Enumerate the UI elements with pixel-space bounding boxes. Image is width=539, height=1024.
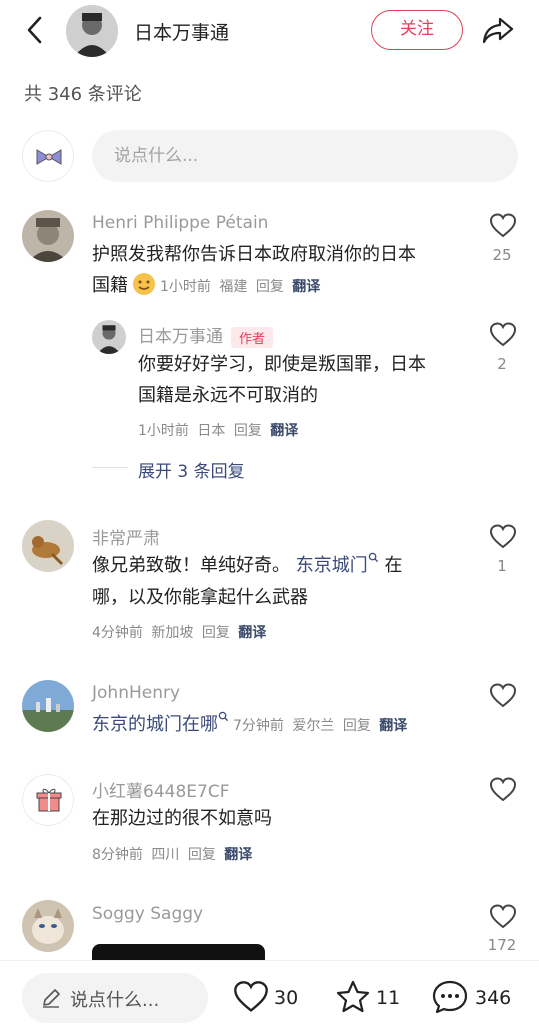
reply-button[interactable]: 回复 — [202, 625, 230, 641]
comment-text-part: 像兄弟致敬！单纯好奇。 — [92, 555, 290, 576]
like-button[interactable] — [488, 776, 518, 806]
emoji-icon — [133, 273, 155, 295]
heart-icon — [489, 322, 517, 347]
avatar[interactable] — [22, 680, 74, 732]
topic-link[interactable]: 东京的城门在哪 — [92, 714, 218, 735]
like-button[interactable] — [488, 523, 518, 553]
reply-text: 你要好好学习，即使是叛国罪，日本 — [138, 354, 426, 375]
expand-divider — [92, 467, 128, 468]
translate-button[interactable]: 翻译 — [238, 625, 266, 641]
back-button[interactable] — [18, 12, 54, 48]
reply-button[interactable]: 回复 — [234, 423, 262, 439]
comment-input[interactable] — [92, 130, 518, 182]
author-badge: 作者 — [231, 326, 274, 348]
reply-button[interactable]: 回复 — [188, 847, 216, 863]
star-icon — [336, 980, 370, 1013]
comment-time: 8分钟前 — [92, 847, 143, 863]
post-star-count: 11 — [376, 987, 401, 1009]
comment-text-part: 在 — [384, 555, 403, 576]
bottom-comment-input[interactable]: 说点什么... — [22, 973, 208, 1023]
heart-icon — [489, 683, 517, 708]
reply-location: 日本 — [197, 423, 226, 439]
comment-meta: 4分钟前 新加坡 回复 翻译 — [92, 622, 270, 642]
header: 日本万事通 关注 — [0, 0, 539, 64]
comments-button[interactable]: 346 — [431, 979, 521, 1015]
comment-location: 福建 — [219, 279, 248, 295]
bow-icon — [36, 149, 62, 165]
avatar[interactable] — [92, 320, 126, 354]
comment-author[interactable]: Henri Philippe Pétain — [92, 213, 268, 233]
comment-time: 4分钟前 — [92, 625, 143, 641]
like-button[interactable] — [488, 212, 518, 242]
like-post-button[interactable]: 30 — [232, 979, 306, 1015]
comment-location: 新加坡 — [151, 625, 194, 641]
comment-location: 爱尔兰 — [292, 718, 335, 734]
gift-icon — [36, 788, 62, 812]
comment-text: 护照发我帮你告诉日本政府取消你的日本 — [92, 239, 472, 271]
like-count: 25 — [492, 246, 512, 264]
search-icon — [368, 552, 378, 563]
comment-author[interactable]: JohnHenry — [92, 683, 180, 703]
collect-button[interactable]: 11 — [334, 979, 404, 1015]
heart-icon — [234, 981, 268, 1012]
pencil-icon — [43, 989, 60, 1008]
comment-text: 东京的城门在哪 7分钟前 爱尔兰 回复 翻译 — [92, 709, 482, 742]
comment-text: 在那边过的很不如意吗 — [92, 808, 272, 829]
avatar[interactable] — [22, 210, 74, 262]
translate-button[interactable]: 翻译 — [292, 279, 320, 295]
comment-text-line: 国籍 — [92, 275, 128, 296]
post-like-count: 30 — [274, 987, 299, 1009]
search-icon — [218, 711, 229, 722]
translate-button[interactable]: 翻译 — [224, 847, 252, 863]
reply-time: 1小时前 — [138, 423, 189, 439]
comment-time: 1小时前 — [160, 279, 211, 295]
share-button[interactable] — [480, 12, 516, 48]
share-icon — [482, 17, 514, 44]
reply-author-name[interactable]: 日本万事通 — [138, 327, 223, 347]
author-avatar[interactable] — [66, 5, 118, 57]
comment-text-line2: 国籍 1小时前 福建 回复 翻译 — [92, 270, 472, 303]
reply-button[interactable]: 回复 — [256, 279, 284, 295]
heart-icon — [489, 524, 517, 549]
comment-location: 四川 — [151, 847, 180, 863]
like-count: 172 — [487, 936, 517, 954]
heart-icon — [489, 777, 517, 802]
bottom-input-placeholder: 说点什么... — [70, 990, 160, 1011]
avatar[interactable] — [22, 900, 74, 952]
like-button[interactable] — [488, 903, 518, 933]
reply-button[interactable]: 回复 — [343, 718, 371, 734]
translate-button[interactable]: 翻译 — [270, 423, 298, 439]
comment-time: 7分钟前 — [233, 718, 284, 734]
expand-replies-button[interactable]: 展开 3 条回复 — [138, 457, 245, 482]
comment-text: 像兄弟致敬！单纯好奇。 东京城门 在 — [92, 550, 482, 582]
comment-count: 共 346 条评论 — [24, 84, 142, 105]
post-comment-count: 346 — [475, 987, 512, 1009]
author-name[interactable]: 日本万事通 — [134, 18, 229, 45]
bottom-bar: 说点什么... 30 11 346 — [0, 960, 539, 1024]
comment-author[interactable]: 小红薯6448E7CF — [92, 777, 229, 802]
like-button[interactable] — [488, 321, 518, 351]
like-button[interactable] — [488, 682, 518, 712]
follow-button[interactable]: 关注 — [371, 10, 463, 50]
topic-link[interactable]: 东京城门 — [296, 555, 368, 576]
reply-author: 日本万事通 作者 — [138, 322, 274, 348]
comment-author[interactable]: 非常严肃 — [92, 524, 160, 549]
translate-button[interactable]: 翻译 — [379, 718, 407, 734]
reply-meta: 1小时前 日本 回复 翻译 — [138, 420, 302, 440]
like-count: 2 — [497, 355, 507, 373]
comment-text-line2: 哪，以及你能拿起什么武器 — [92, 587, 308, 608]
like-count: 1 — [497, 557, 507, 575]
chat-icon — [432, 980, 468, 1014]
comment-text-line: 护照发我帮你告诉日本政府取消你的日本 — [92, 244, 416, 265]
heart-icon — [489, 213, 517, 238]
comment-meta: 8分钟前 四川 回复 翻译 — [92, 844, 256, 864]
avatar[interactable] — [22, 520, 74, 572]
comment-author[interactable]: Soggy Saggy — [92, 904, 203, 924]
my-avatar — [22, 130, 74, 182]
heart-icon — [489, 904, 517, 929]
back-icon — [27, 16, 42, 44]
avatar[interactable] — [22, 774, 74, 826]
reply-text-line2: 国籍是永远不可取消的 — [138, 385, 318, 406]
